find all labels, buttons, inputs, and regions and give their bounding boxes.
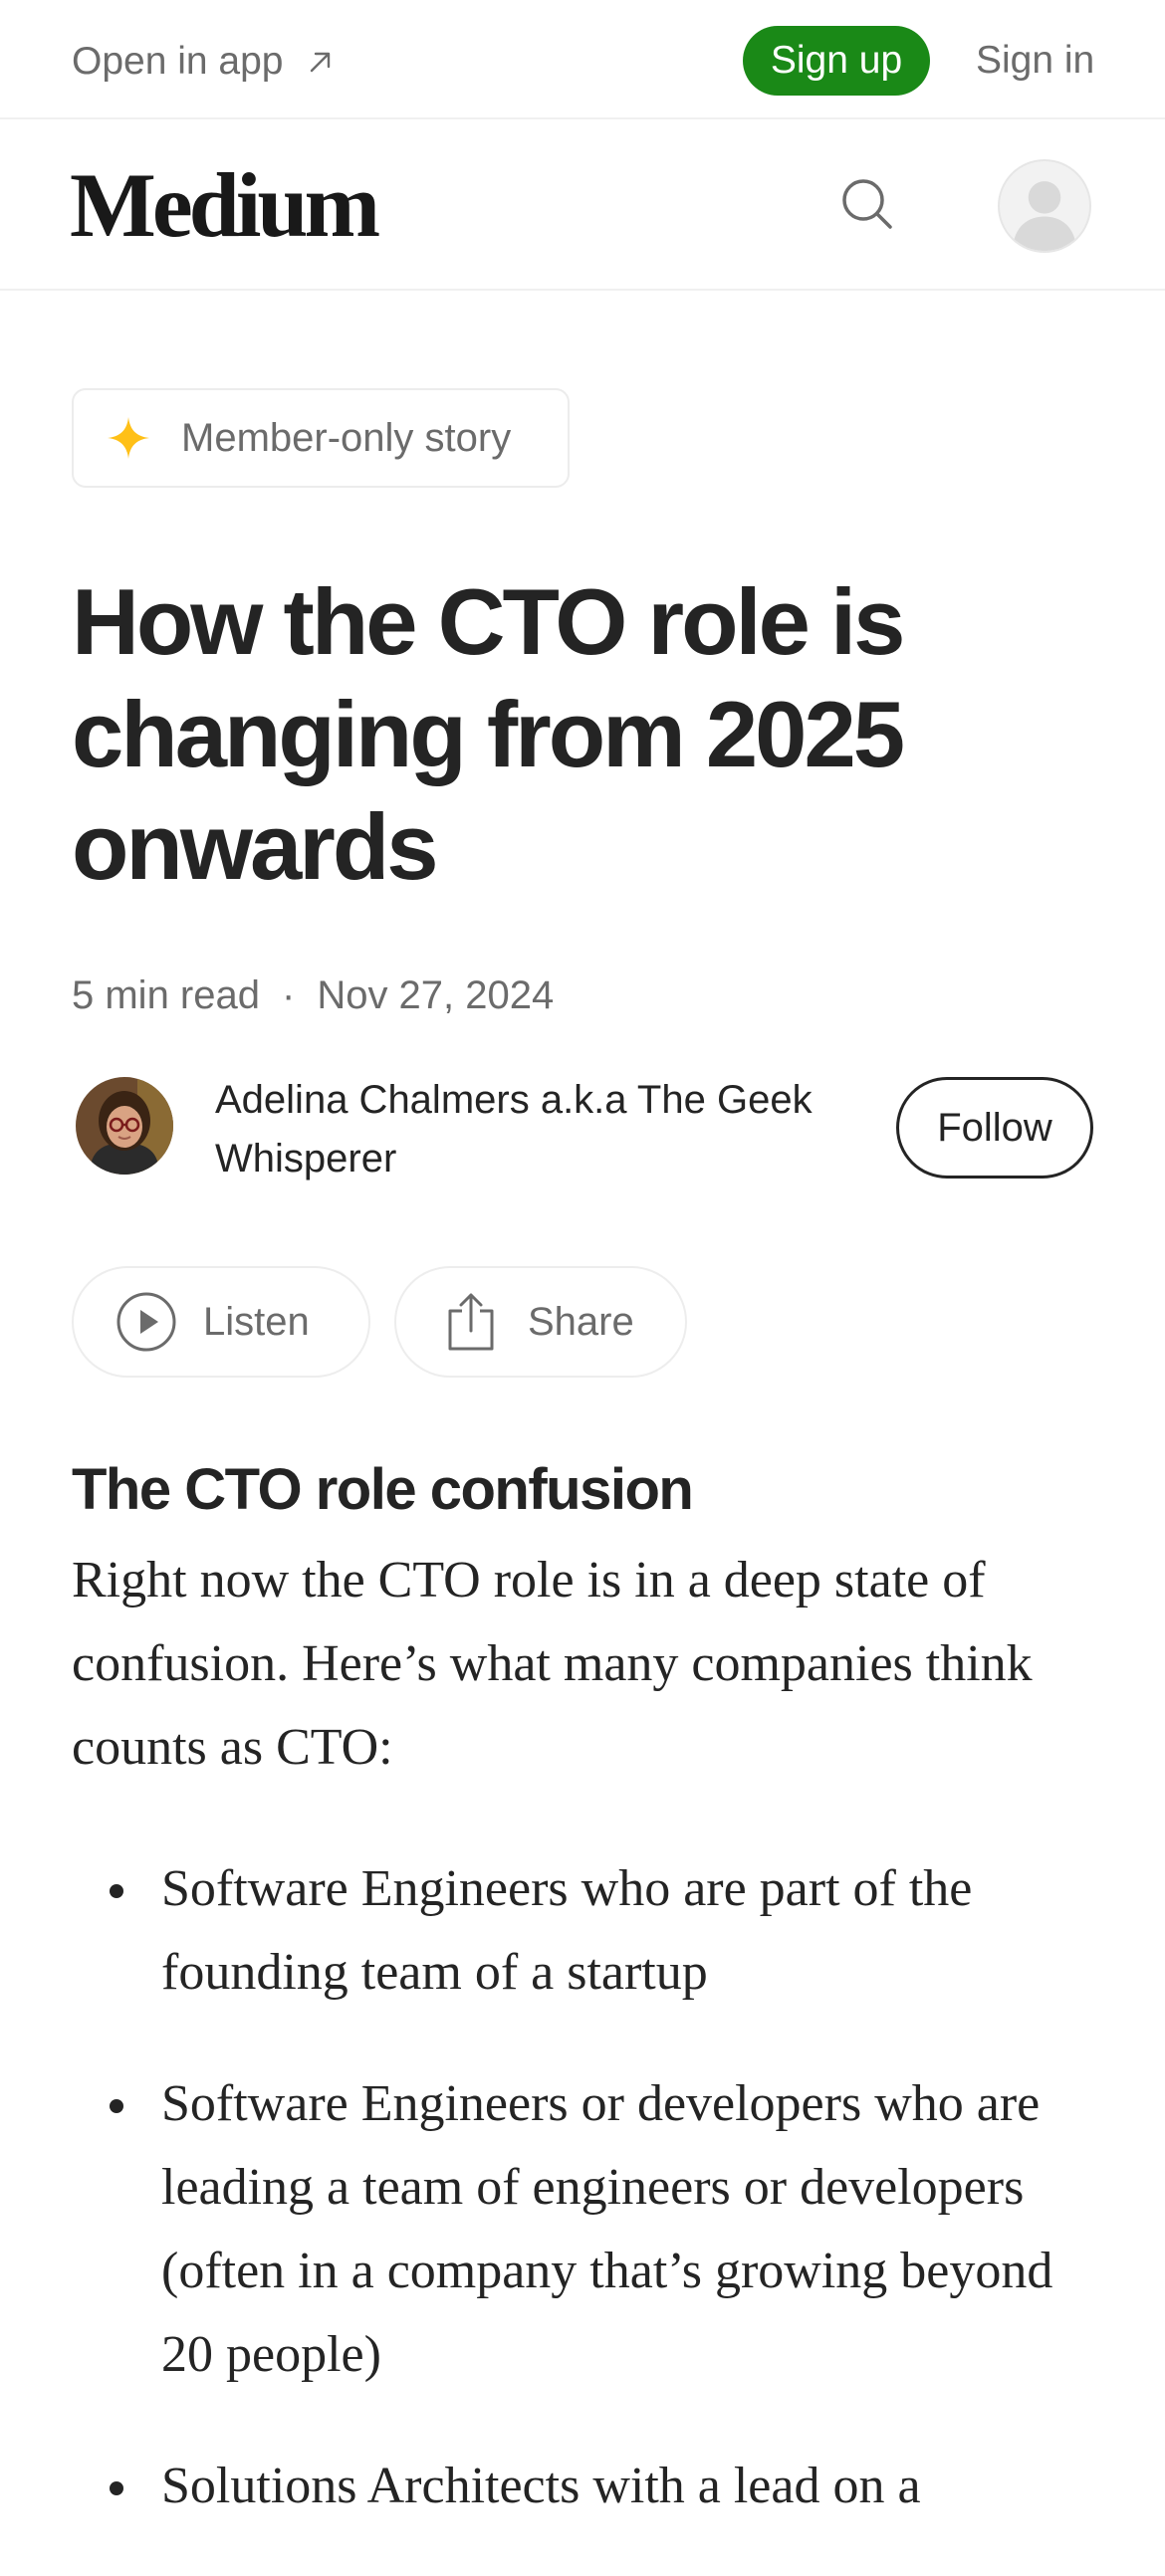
user-avatar-icon [1012,181,1077,251]
play-circle-icon [116,1292,176,1352]
list-item: Solutions Architects with a lead on a [72,2445,1107,2528]
star-sparkle-icon [108,417,149,459]
share-icon [448,1293,494,1351]
medium-logo[interactable]: Medium [70,159,380,251]
search-button[interactable] [834,171,900,237]
member-only-badge: Member-only story [72,388,570,488]
article-title: How the CTO role is changing from 2025 o… [72,569,905,899]
share-button[interactable]: Share [394,1266,687,1378]
article-meta: 5 min read · Nov 27, 2024 [72,973,554,1018]
meta-separator: · [281,973,296,1017]
site-header: Medium [0,119,1165,291]
open-in-app-label: Open in app [72,40,284,83]
sign-in-link[interactable]: Sign in [976,34,1094,88]
intro-paragraph: Right now the CTO role is in a deep stat… [72,1552,1033,1776]
sign-up-button[interactable]: Sign up [743,26,930,96]
arrow-up-right-icon [310,52,330,73]
list-item: Software Engineers who are part of the f… [72,1847,1107,2015]
member-only-label: Member-only story [181,415,512,460]
author-name[interactable]: Adelina Chalmers a.k.a The Geek Whispere… [215,1071,852,1188]
read-time: 5 min read [72,973,260,1017]
bullet-list: Software Engineers who are part of the f… [72,1847,1107,2576]
listen-label: Listen [203,1299,310,1344]
open-in-app-link[interactable]: Open in app [72,36,336,88]
listen-button[interactable]: Listen [72,1266,370,1378]
author-photo [76,1077,173,1175]
publish-date: Nov 27, 2024 [317,973,555,1017]
top-promo-bar: Open in app Sign up Sign in [0,0,1165,119]
list-item: Software Engineers or developers who are… [72,2062,1107,2397]
follow-button[interactable]: Follow [896,1077,1093,1179]
share-label: Share [528,1299,634,1344]
search-icon [842,179,892,229]
author-avatar[interactable] [76,1077,173,1175]
section-heading: The CTO role confusion [72,1457,694,1522]
user-avatar-button[interactable] [998,159,1091,253]
